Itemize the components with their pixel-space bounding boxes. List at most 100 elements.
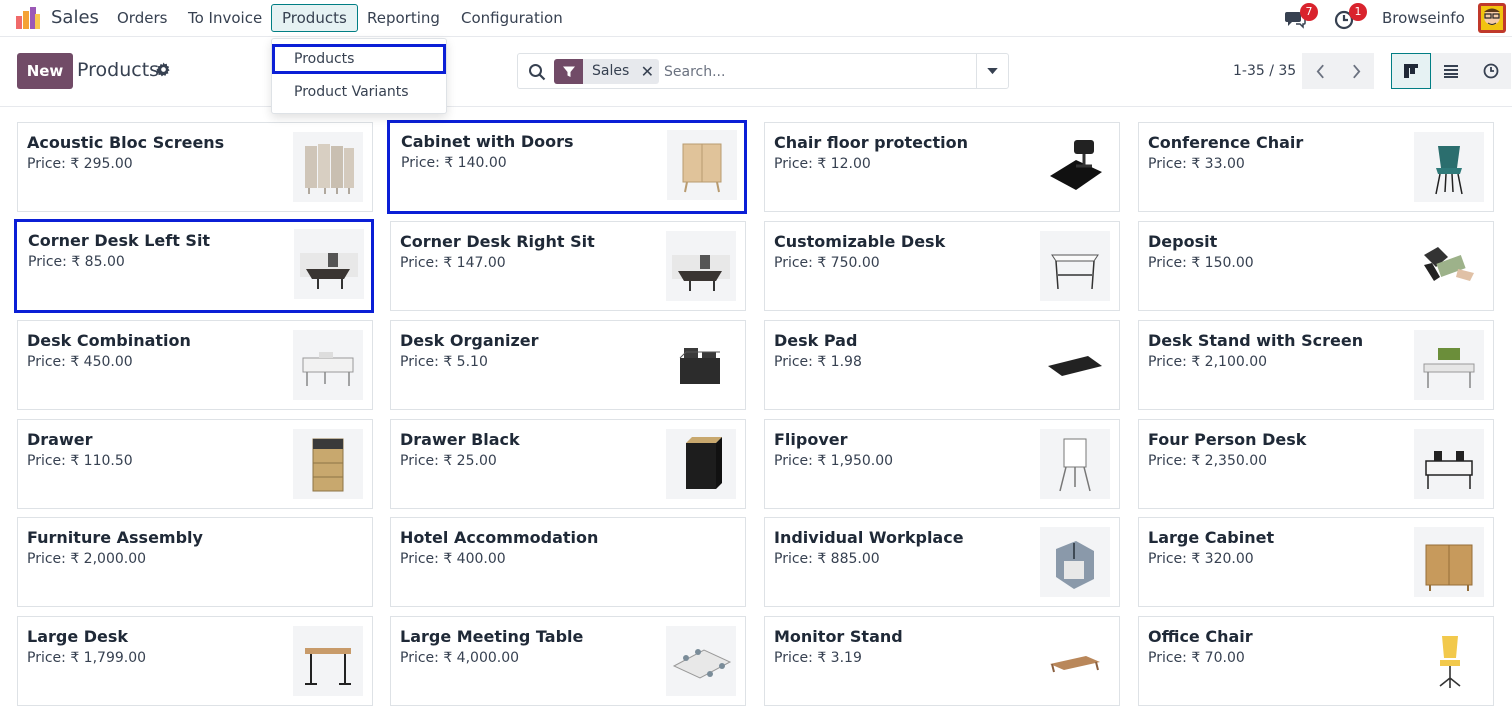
facet-label: Sales [592, 63, 630, 79]
remove-facet-icon[interactable]: ✕ [635, 59, 659, 84]
product-card[interactable]: Four Person Desk Price: ₹ 2,350.00 [1138, 419, 1494, 509]
search-input[interactable] [664, 60, 964, 84]
menu-to-invoice[interactable]: To Invoice [178, 4, 272, 32]
product-name: Hotel Accommodation [400, 528, 599, 547]
corner-desk-image [300, 253, 358, 289]
company-switcher[interactable]: Browseinfo [1382, 9, 1465, 27]
pager-next-button[interactable] [1338, 53, 1374, 89]
product-price: Price: ₹ 4,000.00 [400, 650, 520, 666]
product-card[interactable]: Furniture Assembly Price: ₹ 2,000.00 [17, 517, 373, 607]
activity-view-button[interactable] [1471, 53, 1511, 89]
product-price: Price: ₹ 295.00 [27, 156, 133, 172]
desk-combo-image [302, 352, 354, 386]
search-icon[interactable] [528, 63, 546, 81]
product-price: Price: ₹ 2,350.00 [1148, 453, 1268, 469]
search-options-toggle[interactable] [976, 54, 1008, 88]
product-image [294, 229, 364, 299]
search-bar: Sales ✕ [517, 53, 1009, 89]
product-card[interactable]: Chair floor protection Price: ₹ 12.00 [764, 122, 1120, 212]
gear-icon[interactable] [156, 62, 171, 77]
product-image [1040, 231, 1110, 301]
product-image [1040, 429, 1110, 499]
product-card[interactable]: Large Desk Price: ₹ 1,799.00 [17, 616, 373, 706]
product-card[interactable]: Monitor Stand Price: ₹ 3.19 [764, 616, 1120, 706]
product-name: Chair floor protection [774, 133, 969, 152]
app-name[interactable]: Sales [51, 7, 99, 28]
product-card[interactable]: Hotel Accommodation Price: ₹ 400.00 [390, 517, 746, 607]
filter-icon [554, 59, 583, 84]
new-button[interactable]: New [17, 53, 73, 89]
product-image [1040, 527, 1110, 597]
money-image [1424, 247, 1474, 281]
product-card[interactable]: Deposit Price: ₹ 150.00 [1138, 221, 1494, 311]
product-card[interactable]: Desk Combination Price: ₹ 450.00 [17, 320, 373, 410]
product-name: Office Chair [1148, 627, 1253, 646]
top-navbar: Sales Orders To Invoice Products Reporti… [0, 0, 1512, 37]
product-card[interactable]: Customizable Desk Price: ₹ 750.00 [764, 221, 1120, 311]
product-name: Large Meeting Table [400, 627, 584, 646]
product-price: Price: ₹ 750.00 [774, 255, 880, 271]
product-price: Price: ₹ 320.00 [1148, 551, 1254, 567]
product-price: Price: ₹ 25.00 [400, 453, 497, 469]
messages-count-badge: 7 [1300, 3, 1318, 21]
page-title: Products [77, 59, 160, 81]
list-view-button[interactable] [1431, 53, 1471, 89]
dropdown-item-products[interactable]: Products [272, 44, 446, 74]
product-card[interactable]: Desk Organizer Price: ₹ 5.10 [390, 320, 746, 410]
product-card[interactable]: Desk Pad Price: ₹ 1.98 [764, 320, 1120, 410]
product-name: Desk Stand with Screen [1148, 331, 1364, 350]
large-desk-image [305, 648, 351, 685]
product-name: Large Desk [27, 627, 129, 646]
product-image [1414, 132, 1484, 202]
monitor-stand-image [1050, 656, 1100, 673]
large-cabinet-image [1425, 544, 1473, 591]
product-image [666, 330, 736, 400]
menu-products[interactable]: Products [271, 4, 358, 32]
dropdown-item-product-variants[interactable]: Product Variants [272, 77, 446, 107]
product-card[interactable]: Office Chair Price: ₹ 70.00 [1138, 616, 1494, 706]
menu-reporting[interactable]: Reporting [357, 4, 450, 32]
product-name: Conference Chair [1148, 133, 1304, 152]
product-card[interactable]: Drawer Black Price: ₹ 25.00 [390, 419, 746, 509]
product-price: Price: ₹ 885.00 [774, 551, 880, 567]
desk-screen-image [1423, 348, 1475, 388]
product-name: Customizable Desk [774, 232, 946, 251]
product-price: Price: ₹ 2,100.00 [1148, 354, 1268, 370]
sales-app-logo[interactable] [15, 6, 41, 30]
product-name: Monitor Stand [774, 627, 903, 646]
user-avatar[interactable] [1478, 3, 1506, 33]
product-card[interactable]: Individual Workplace Price: ₹ 885.00 [764, 517, 1120, 607]
menu-orders[interactable]: Orders [107, 4, 177, 32]
kanban-view-button[interactable] [1391, 53, 1431, 89]
product-image [666, 626, 736, 696]
messages-button[interactable]: 7 [1284, 3, 1318, 30]
activities-button[interactable]: 1 [1333, 3, 1367, 30]
product-card[interactable]: Drawer Price: ₹ 110.50 [17, 419, 373, 509]
pager-previous-button[interactable] [1302, 53, 1338, 89]
four-desk-image [1425, 451, 1473, 489]
product-name: Large Cabinet [1148, 528, 1275, 547]
product-name: Drawer [27, 430, 93, 449]
product-image [293, 626, 363, 696]
product-card[interactable]: Flipover Price: ₹ 1,950.00 [764, 419, 1120, 509]
product-card[interactable]: Large Cabinet Price: ₹ 320.00 [1138, 517, 1494, 607]
product-image [293, 429, 363, 499]
product-card[interactable]: Acoustic Bloc Screens Price: ₹ 295.00 [17, 122, 373, 212]
product-image [293, 330, 363, 400]
product-card[interactable]: Large Meeting Table Price: ₹ 4,000.00 [390, 616, 746, 706]
clock-icon [1483, 63, 1499, 79]
product-card[interactable]: Conference Chair Price: ₹ 33.00 [1138, 122, 1494, 212]
product-name: Corner Desk Right Sit [400, 232, 595, 251]
drawer-black-image [686, 437, 722, 489]
products-dropdown-menu: Products Product Variants [271, 38, 447, 114]
product-card[interactable]: Desk Stand with Screen Price: ₹ 2,100.00 [1138, 320, 1494, 410]
menu-configuration[interactable]: Configuration [451, 4, 573, 32]
product-price: Price: ₹ 147.00 [400, 255, 506, 271]
product-card[interactable]: Corner Desk Right Sit Price: ₹ 147.00 [390, 221, 746, 311]
product-card[interactable]: Corner Desk Left Sit Price: ₹ 85.00 [14, 219, 374, 313]
product-price: Price: ₹ 140.00 [401, 155, 507, 171]
pager-value[interactable]: 1-35 / 35 [1233, 63, 1296, 79]
chevron-left-icon [1316, 64, 1324, 78]
product-card[interactable]: Cabinet with Doors Price: ₹ 140.00 [387, 120, 747, 214]
drawer-wood-image [312, 438, 344, 492]
